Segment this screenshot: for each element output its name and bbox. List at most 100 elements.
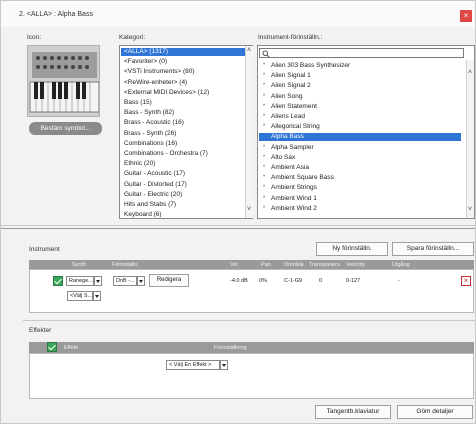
preset-item[interactable]: Alien Statement: [271, 103, 317, 111]
section-divider: [23, 320, 475, 321]
preset-item[interactable]: Alpha Bass: [259, 133, 461, 142]
preset-item[interactable]: Ambient Strings: [271, 184, 317, 192]
category-item[interactable]: <ALLA> (1317): [121, 48, 245, 56]
preset-bullet-icon: •: [263, 174, 266, 181]
preset-item[interactable]: Alien Song: [271, 93, 302, 101]
preset-bullet-icon: •: [263, 62, 266, 68]
chevron-down-icon[interactable]: [94, 276, 102, 286]
chevron-down-icon[interactable]: [220, 360, 228, 370]
preset-search-input[interactable]: [259, 48, 464, 58]
instrument-table-header: Synth Förinställn. Vol Pan Område Transp…: [29, 260, 474, 269]
search-icon: [262, 50, 270, 58]
preset-bullet-icon: •: [263, 82, 266, 89]
col-effect-preset: Förinställning: [214, 345, 247, 351]
synth-select[interactable]: Ranege...: [66, 276, 94, 286]
preset-bullet-icon: •: [263, 72, 266, 79]
presets-label: Instrument-förinställn.:: [258, 34, 323, 41]
category-item[interactable]: Guitar - Acoustic (17): [124, 170, 185, 178]
preset-item[interactable]: Alien Signal 2: [271, 82, 311, 90]
category-item[interactable]: Guitar - Distorted (17): [124, 181, 187, 189]
category-item[interactable]: <Favoriter> (0): [124, 58, 167, 66]
category-item[interactable]: Keyboard (6): [124, 211, 162, 219]
set-symbol-button[interactable]: Bestäm symbol...: [29, 122, 102, 135]
new-preset-button[interactable]: Ny förinställn.: [316, 242, 388, 256]
synth-keyboard-icon: [28, 46, 99, 116]
category-item[interactable]: Bass (15): [124, 99, 152, 107]
close-button[interactable]: ×: [460, 10, 472, 22]
preset-bullet-icon: •: [263, 204, 266, 211]
delete-instrument-icon[interactable]: ×: [461, 276, 471, 286]
chevron-down-icon[interactable]: [93, 291, 101, 301]
scroll-up-icon[interactable]: ˄: [468, 69, 472, 76]
pan-value[interactable]: 0%: [259, 278, 267, 284]
category-item[interactable]: Brass - Synth (26): [124, 130, 176, 138]
output-value[interactable]: -: [398, 278, 400, 284]
col-synth: Synth: [72, 262, 87, 268]
preset-bullet-icon: •: [263, 164, 266, 170]
col-velocity: Velocity: [346, 262, 365, 268]
category-item[interactable]: Brass - Acoustic (16): [124, 119, 184, 127]
scroll-up-icon[interactable]: ˄: [247, 47, 251, 54]
instrument-label: Instrument: [29, 246, 60, 253]
category-list[interactable]: ˄ ˅ <ALLA> (1317) <Favoriter> (0) <VSTi In…: [119, 45, 253, 219]
preset-item[interactable]: Alto Sax: [271, 154, 295, 162]
effects-enabled-checkbox[interactable]: [47, 342, 57, 352]
preset-item[interactable]: Alpha Sampler: [271, 144, 314, 152]
range-value[interactable]: C-1-G9: [284, 278, 302, 284]
add-synth-select[interactable]: <Välj S...: [67, 291, 93, 301]
col-transpose: Transponera: [309, 262, 340, 268]
section-divider: [1, 225, 475, 226]
hide-details-button[interactable]: Göm detaljer: [397, 405, 473, 419]
preset-item[interactable]: Ambient Asia: [271, 164, 309, 172]
category-item[interactable]: Combinations - Orchestra (7): [124, 150, 208, 158]
preset-select[interactable]: DnB -...: [113, 276, 137, 286]
col-range: Område: [284, 262, 304, 268]
preset-bullet-icon: •: [263, 113, 266, 119]
category-item[interactable]: <VSTi Instruments> (80): [124, 68, 195, 76]
icon-label: Icon:: [27, 34, 42, 41]
instrument-dialog: 2. <ALLA> : Alpha Bass × Icon: Kategori:…: [0, 0, 476, 424]
save-preset-button[interactable]: Spara förinställn...: [392, 242, 474, 256]
chevron-down-icon[interactable]: [137, 276, 145, 286]
category-item[interactable]: Guitar - Electric (20): [124, 191, 182, 199]
category-scrollbar[interactable]: ˄ ˅: [245, 46, 253, 218]
category-item[interactable]: Bass - Synth (82): [124, 109, 174, 117]
velocity-value[interactable]: 0-127: [346, 278, 360, 284]
category-item[interactable]: Ethnic (20): [124, 160, 155, 168]
instrument-icon-image: [27, 45, 100, 117]
keyboard-button[interactable]: Tangentb.klaviatur: [315, 405, 391, 419]
preset-bullet-icon: •: [263, 92, 266, 99]
col-vol: Vol: [230, 262, 238, 268]
category-item[interactable]: Combinations (16): [124, 140, 177, 148]
category-label: Kategori:: [119, 34, 146, 41]
preset-bullet-icon: •: [263, 102, 266, 109]
preset-item[interactable]: Allegorical String: [271, 123, 320, 131]
transpose-value[interactable]: 0: [319, 278, 322, 284]
preset-item[interactable]: Ambient Wind 2: [271, 205, 317, 213]
section-divider: [1, 228, 475, 229]
category-item[interactable]: <External MIDI Devices> (12): [124, 89, 209, 97]
instrument-enabled-checkbox[interactable]: [53, 276, 63, 286]
category-item[interactable]: <ReWire-enheter> (4): [124, 79, 187, 87]
preset-item[interactable]: Aliens Lead: [271, 113, 305, 121]
preset-item[interactable]: Alien Signal 1: [271, 72, 311, 80]
effects-label: Effekter: [29, 327, 52, 334]
preset-bullet-icon: •: [263, 123, 266, 130]
preset-item[interactable]: Ambient Wind 1: [271, 195, 317, 203]
preset-scrollbar[interactable]: ˄ ˅: [466, 60, 474, 218]
scroll-down-icon[interactable]: ˅: [468, 206, 472, 213]
preset-item[interactable]: Alien 303 Bass Synthesizer: [271, 62, 350, 70]
category-item[interactable]: Hits and Stabs (7): [124, 201, 176, 209]
edit-button[interactable]: Redigera: [149, 274, 189, 287]
col-pan: Pan: [261, 262, 271, 268]
effect-select[interactable]: < Välj En Effekt >: [166, 360, 220, 370]
preset-bullet-icon: •: [263, 184, 266, 191]
effects-table-header: Effekt Förinställning: [29, 342, 474, 353]
scroll-down-icon[interactable]: ˅: [247, 206, 251, 213]
preset-bullet-icon: •: [263, 143, 266, 150]
title-bar: 2. <ALLA> : Alpha Bass ×: [1, 1, 475, 27]
preset-list[interactable]: ˄ ˅: [257, 45, 475, 219]
preset-bullet-icon: •: [263, 194, 266, 201]
vol-value[interactable]: -4.0 dB: [230, 278, 248, 284]
preset-item[interactable]: Ambient Square Bass: [271, 174, 334, 182]
